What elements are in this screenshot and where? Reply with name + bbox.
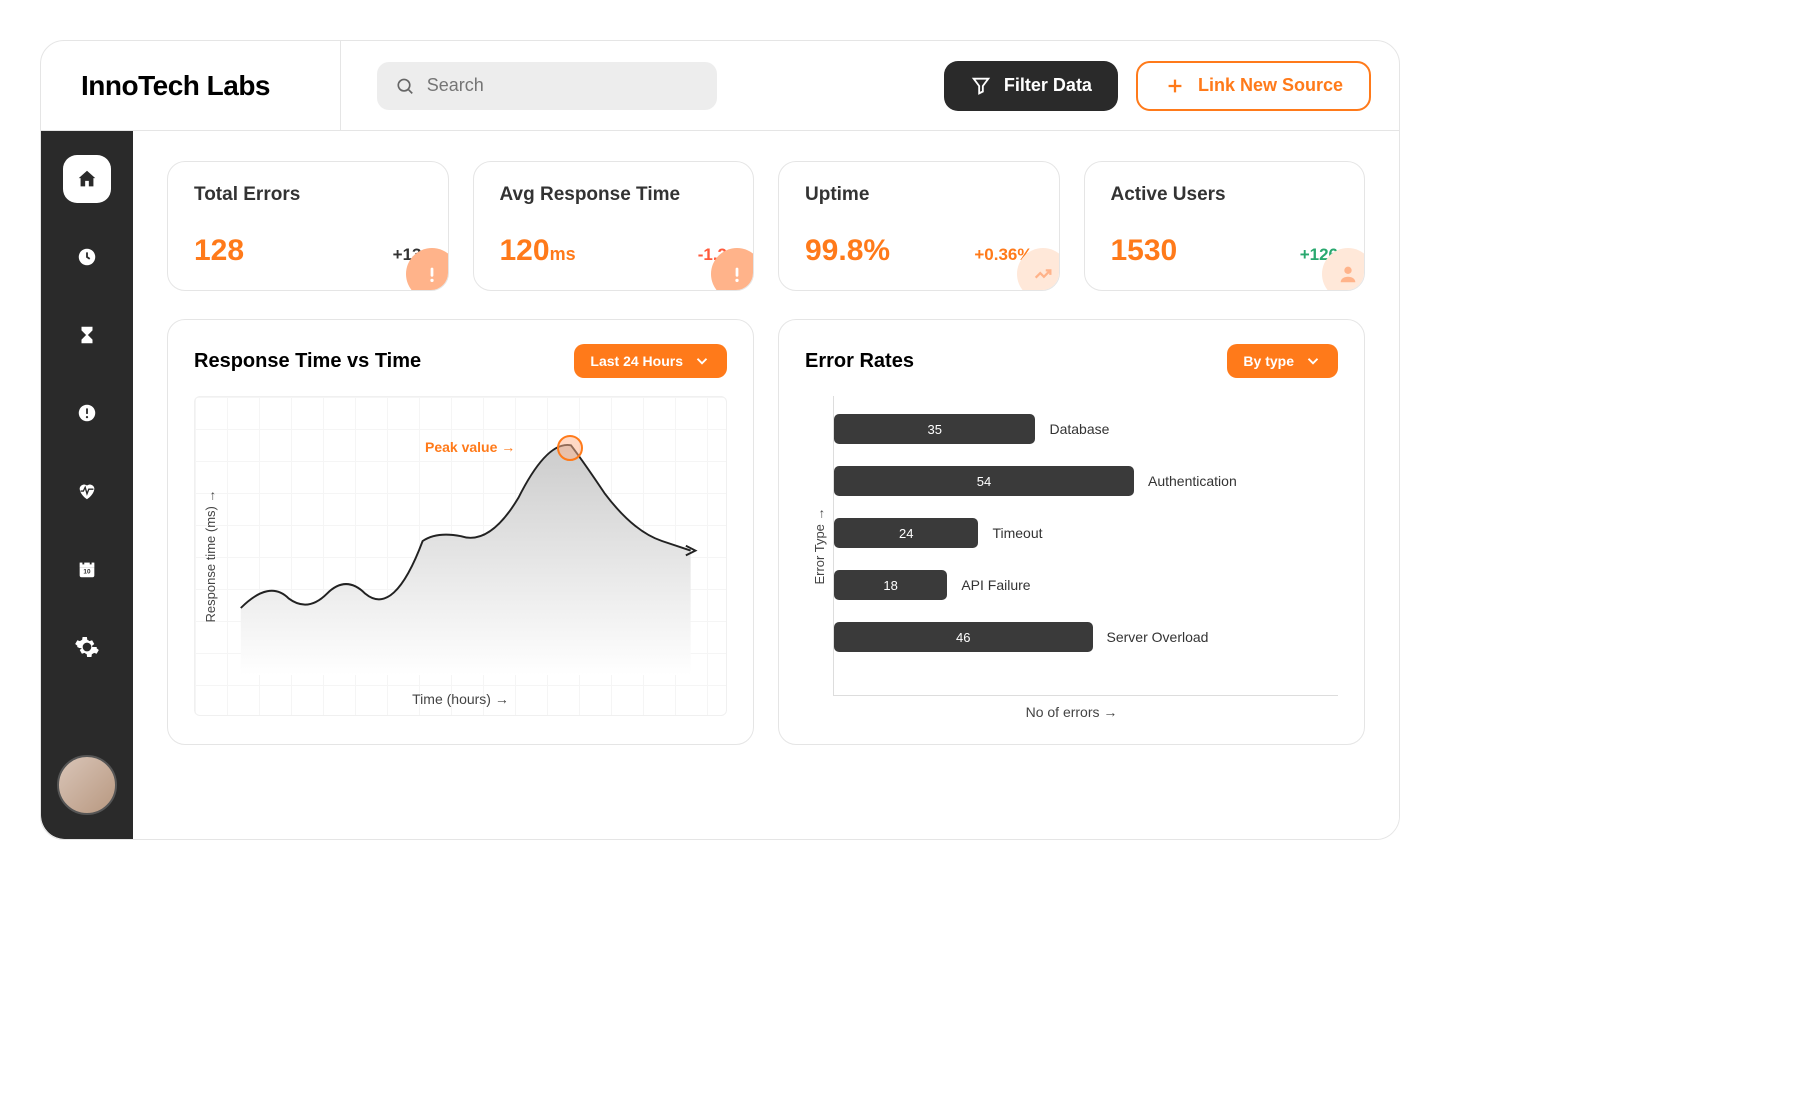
stat-value: 128	[194, 234, 244, 267]
funnel-icon	[970, 75, 992, 97]
brand-box: InnoTech Labs	[41, 41, 341, 130]
bar: 46	[834, 622, 1093, 652]
hourglass-icon	[76, 324, 98, 346]
stat-title: Uptime	[805, 184, 1033, 206]
bar: 18	[834, 570, 947, 600]
peak-annotation: Peak value →	[425, 439, 515, 455]
x-axis-label: Time (hours) →	[412, 691, 509, 707]
sidebar-item-settings[interactable]	[63, 623, 111, 671]
home-icon	[76, 168, 98, 190]
y-axis-label: Error Type →	[812, 507, 827, 584]
bar-row: 54 Authentication	[834, 466, 1338, 496]
main-content: Total Errors 128 +13 Avg Response Time 1…	[133, 131, 1399, 839]
stat-value: 1530	[1111, 234, 1178, 268]
chart-title: Response Time vs Time	[194, 350, 421, 373]
search-box[interactable]	[377, 62, 717, 110]
stat-unit: ms	[550, 244, 576, 264]
link-new-source-button[interactable]: Link New Source	[1136, 61, 1371, 111]
response-time-card: Response Time vs Time Last 24 Hours Resp…	[167, 319, 754, 745]
chart-title: Error Rates	[805, 350, 914, 373]
stat-uptime: Uptime 99.8% +0.36%	[778, 161, 1060, 291]
stat-total-errors: Total Errors 128 +13	[167, 161, 449, 291]
sidebar: 10	[41, 131, 133, 839]
calendar-icon: 10	[76, 558, 98, 580]
stat-value: 120	[500, 234, 550, 267]
line-chart: Response time (ms) → Time (hours) → Peak…	[194, 396, 727, 716]
bar-label: Authentication	[1148, 473, 1237, 489]
gear-icon	[74, 634, 100, 660]
bar-label: API Failure	[961, 577, 1030, 593]
stat-title: Total Errors	[194, 184, 422, 206]
error-type-selector[interactable]: By type	[1227, 344, 1338, 378]
time-range-selector[interactable]: Last 24 Hours	[574, 344, 727, 378]
error-rates-card: Error Rates By type Error Type → 35 Datab…	[778, 319, 1365, 745]
chevron-down-icon	[693, 352, 711, 370]
plus-icon	[1164, 75, 1186, 97]
selector-label: Last 24 Hours	[590, 353, 683, 369]
brand-title: InnoTech Labs	[81, 70, 270, 102]
charts-row: Response Time vs Time Last 24 Hours Resp…	[167, 319, 1365, 745]
selector-label: By type	[1243, 353, 1294, 369]
stat-value: 99.8%	[805, 234, 890, 268]
heart-pulse-icon	[76, 480, 98, 502]
sidebar-item-calendar[interactable]: 10	[63, 545, 111, 593]
stats-row: Total Errors 128 +13 Avg Response Time 1…	[167, 161, 1365, 291]
bar: 24	[834, 518, 978, 548]
sidebar-item-clock[interactable]	[63, 233, 111, 281]
search-icon	[395, 75, 415, 97]
bar-label: Server Overload	[1107, 629, 1209, 645]
link-label: Link New Source	[1198, 75, 1343, 96]
bar-row: 18 API Failure	[834, 570, 1338, 600]
bar-row: 46 Server Overload	[834, 622, 1338, 652]
peak-marker	[557, 435, 583, 461]
bar: 54	[834, 466, 1134, 496]
svg-text:10: 10	[83, 569, 91, 576]
alert-circle-icon	[76, 402, 98, 424]
header: InnoTech Labs Filter Data Link New Sourc…	[41, 41, 1399, 131]
filter-data-button[interactable]: Filter Data	[944, 61, 1118, 111]
y-axis-label: Response time (ms) →	[203, 490, 218, 623]
chevron-down-icon	[1304, 352, 1322, 370]
stat-title: Active Users	[1111, 184, 1339, 206]
filter-label: Filter Data	[1004, 75, 1092, 96]
bar-label: Database	[1049, 421, 1109, 437]
stat-title: Avg Response Time	[500, 184, 728, 206]
stat-avg-response: Avg Response Time 120ms -1.2	[473, 161, 755, 291]
sidebar-item-alert[interactable]	[63, 389, 111, 437]
body: 10 Total Errors 128 +13 Avg Respon	[41, 131, 1399, 839]
sidebar-item-hourglass[interactable]	[63, 311, 111, 359]
bar: 35	[834, 414, 1035, 444]
stat-active-users: Active Users 1530 +126	[1084, 161, 1366, 291]
search-input[interactable]	[427, 75, 699, 96]
bar-chart: Error Type → 35Database54Authentication2…	[833, 396, 1338, 696]
avatar[interactable]	[57, 755, 117, 815]
sidebar-item-heart[interactable]	[63, 467, 111, 515]
sidebar-item-home[interactable]	[63, 155, 111, 203]
x-axis-label: No of errors →	[805, 704, 1338, 720]
bar-row: 24 Timeout	[834, 518, 1338, 548]
bar-label: Timeout	[992, 525, 1042, 541]
clock-icon	[76, 246, 98, 268]
bar-row: 35 Database	[834, 414, 1338, 444]
app-window: InnoTech Labs Filter Data Link New Sourc…	[40, 40, 1400, 840]
